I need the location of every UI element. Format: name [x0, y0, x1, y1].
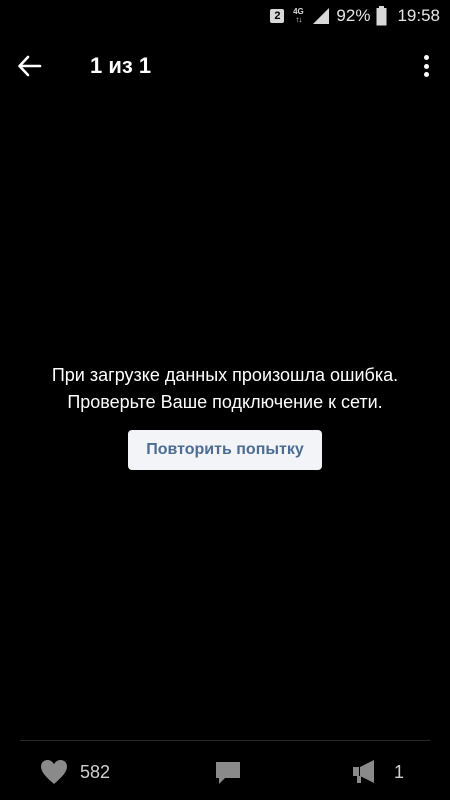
- more-vertical-icon: [423, 55, 429, 60]
- error-message-line-2: Проверьте Ваше подключение к сети.: [67, 392, 383, 412]
- top-toolbar: 1 из 1: [0, 40, 450, 92]
- network-type-icon: 4G ↑↓: [290, 8, 306, 24]
- battery-percent: 92%: [336, 6, 371, 25]
- more-vertical-icon-dot: [423, 63, 429, 69]
- share-count: 1: [394, 761, 405, 782]
- more-vertical-icon-dot: [423, 72, 429, 77]
- bottom-action-bar: 582 1: [0, 741, 450, 800]
- status-clock: 19:58: [397, 6, 440, 25]
- sim-slot-icon: 2: [270, 9, 285, 23]
- error-message: При загрузке данных произошла ошибка. Пр…: [0, 362, 450, 416]
- arrow-left-icon: [18, 55, 42, 77]
- share-button[interactable]: 1: [352, 759, 404, 785]
- more-options-button[interactable]: [420, 52, 432, 80]
- page-title: 1 из 1: [90, 53, 152, 78]
- heart-icon: [41, 760, 67, 784]
- battery-icon: [376, 6, 387, 26]
- status-bar: 2 4G ↑↓ 92% 19:58: [0, 0, 450, 32]
- retry-button[interactable]: Повторить попытку: [128, 430, 322, 470]
- error-message-line-1: При загрузке данных произошла ошибка.: [51, 365, 399, 385]
- megaphone-icon: [353, 760, 374, 783]
- photo-viewer-screen: 2 4G ↑↓ 92% 19:58 1 из 1 При загрузке да…: [0, 0, 450, 800]
- like-button[interactable]: 582: [40, 759, 110, 785]
- like-count: 582: [80, 761, 111, 782]
- signal-strength-icon: [312, 7, 330, 25]
- comment-button[interactable]: [214, 759, 242, 792]
- comment-icon: [216, 762, 240, 784]
- back-button[interactable]: [16, 52, 44, 80]
- data-arrows-icon: ↑↓: [295, 15, 302, 24]
